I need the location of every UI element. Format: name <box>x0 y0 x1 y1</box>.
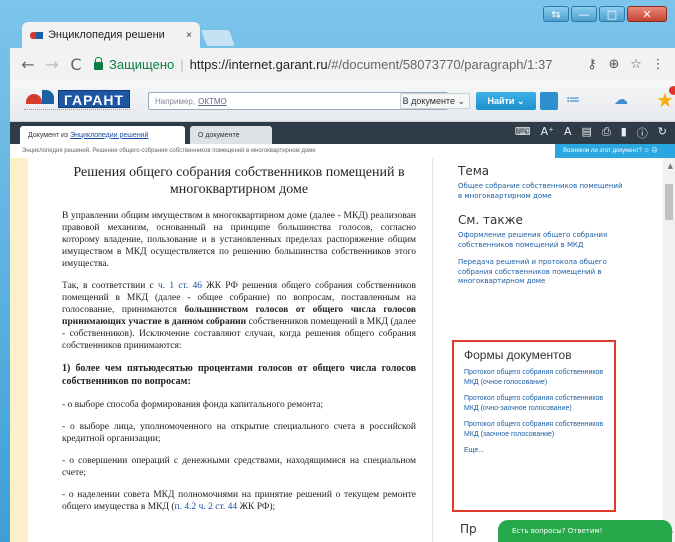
forms-more-link[interactable]: Еще... <box>464 446 604 456</box>
font-increase-icon[interactable]: A⁺ <box>541 125 554 141</box>
browser-toolbar: ← → C Защищено | https://internet.garant… <box>10 48 675 80</box>
logo-mark-blue <box>42 90 54 104</box>
tab-document-prefix: Документ из <box>28 131 69 139</box>
document-forms-section: Формы документов Протокол общего собрани… <box>452 340 616 512</box>
logo-mark-red <box>26 94 42 104</box>
document-body: Решения общего собрания собственников по… <box>62 164 416 523</box>
keyboard-icon[interactable]: ⌨ <box>515 125 531 141</box>
tab-document[interactable]: Документ из Энциклопедии решений <box>20 126 185 144</box>
filter-icon[interactable]: ≔ <box>566 92 580 108</box>
url-path: /#/document/58073770/paragraph/1:37 <box>327 56 553 72</box>
close-window-button[interactable]: ✕ <box>627 6 667 22</box>
paragraph-5: - о выборе лица, уполномоченного на откр… <box>62 422 416 444</box>
tab-document-link[interactable]: Энциклопедии решений <box>70 132 148 139</box>
sidebar-see-also-title: См. также <box>458 213 523 227</box>
form-link-1[interactable]: Протокол общего собрания собственников М… <box>464 368 604 387</box>
refresh-icon[interactable]: ↻ <box>658 125 667 141</box>
sidebar-see-also-link-1[interactable]: Оформление решения общего собрания собст… <box>458 231 628 250</box>
document-title: Решения общего собрания собственников по… <box>73 165 405 197</box>
sidebar-scrollbar[interactable]: ▲ ▼ <box>663 158 675 542</box>
breadcrumb: Энциклопедия решений. Решения общего соб… <box>10 144 675 158</box>
sidebar-see-also: См. также Оформление решения общего собр… <box>458 213 628 287</box>
browser-tab[interactable]: Энциклопедия решени × <box>22 22 200 48</box>
garant-logo[interactable]: ГАРАНТ <box>24 86 132 114</box>
secure-label: Защищено <box>109 56 175 72</box>
sidebar-topic-title: Тема <box>458 164 490 178</box>
sidebar: Тема Общее собрание собственников помеще… <box>458 164 628 299</box>
reload-icon[interactable]: C <box>64 55 88 74</box>
window-extra-button[interactable]: ⇆ <box>543 6 569 22</box>
scroll-up-icon[interactable]: ▲ <box>668 162 673 170</box>
search-placeholder-link[interactable]: ОКТМО <box>198 97 227 106</box>
zoom-icon[interactable]: ⊕ <box>603 57 625 72</box>
sidebar-topic: Тема Общее собрание собственников помеще… <box>458 164 628 201</box>
forward-arrow-icon[interactable]: → <box>40 55 64 74</box>
address-bar[interactable]: Защищено | https://internet.garant.ru /#… <box>94 52 581 76</box>
save-icon[interactable]: ▤ <box>582 125 592 141</box>
paragraph-2: Так, в соответствии с ч. 1 ст. 46 ЖК РФ … <box>62 280 416 352</box>
maximize-button[interactable]: □ <box>599 6 625 22</box>
browser-window: ⇆ — □ ✕ Энциклопедия решени × ← → C Защи… <box>0 0 675 542</box>
info-icon[interactable]: ⓘ <box>637 125 648 141</box>
address-separator: | <box>180 56 184 72</box>
document-forms-title: Формы документов <box>464 348 572 362</box>
logo-text: ГАРАНТ <box>58 90 130 108</box>
menu-icon[interactable]: ⋮ <box>647 57 669 72</box>
lock-icon <box>94 57 103 70</box>
minimize-button[interactable]: — <box>571 6 597 22</box>
chat-icon[interactable]: ☁ <box>614 92 628 108</box>
breadcrumb-text[interactable]: Энциклопедия решений. Решения общего соб… <box>22 148 316 154</box>
tab-title: Энциклопедия решени <box>48 29 165 41</box>
content-area: Решения общего собрания собственников по… <box>10 158 675 542</box>
find-button[interactable]: Найти ⌄ <box>476 92 536 110</box>
sidebar-next-heading: Пр <box>460 522 477 536</box>
back-arrow-icon[interactable]: ← <box>16 55 40 74</box>
form-link-2[interactable]: Протокол общего собрания собственников М… <box>464 394 604 413</box>
feedback-banner[interactable]: Возникли ли этот документ? ☺ ☹ <box>555 144 675 158</box>
tab-close-icon[interactable]: × <box>186 30 192 41</box>
paragraph-3: 1) более чем пятьюдесятью процентами гол… <box>62 363 416 387</box>
paragraph-1: В управлении общим имуществом в многоква… <box>62 211 416 269</box>
search-placeholder: Например, <box>155 96 196 106</box>
chat-widget-button[interactable]: Есть вопросы? Ответим! <box>498 520 672 542</box>
paragraph-7-end: ЖК РФ); <box>237 502 276 512</box>
column-divider <box>432 158 433 542</box>
sidebar-see-also-link-2[interactable]: Передача решений и протокола общего собр… <box>458 258 628 287</box>
paragraph-7: - о наделении совета МКД полномочиями на… <box>62 489 416 513</box>
garant-favicon-icon <box>30 30 43 41</box>
logo-tagline <box>24 109 130 113</box>
law-link-article-44[interactable]: п. 4.2 ч. 2 ст. 44 <box>175 502 238 512</box>
law-link-article-46[interactable]: ч. 1 ст. 46 <box>158 281 202 291</box>
bookmark-star-icon[interactable]: ☆ <box>625 57 647 72</box>
left-margin-strip <box>10 158 28 542</box>
new-tab-button[interactable] <box>201 30 235 46</box>
bookmark-icon[interactable]: ▮ <box>621 125 627 141</box>
paragraph-2-start: Так, в соответствии с <box>62 281 154 291</box>
url-host: https://internet.garant.ru <box>189 56 328 72</box>
key-icon[interactable]: ⚷ <box>581 57 603 72</box>
notification-badge <box>669 86 675 95</box>
paragraph-6: - о совершении операций с денежными сред… <box>62 456 416 478</box>
document-tools: ⌨ A⁺ A ▤ ⎙ ▮ ⓘ ↻ <box>515 125 667 141</box>
font-decrease-icon[interactable]: A <box>564 125 572 141</box>
search-scope-dropdown[interactable]: В документе ⌄ <box>400 93 470 109</box>
scroll-thumb[interactable] <box>665 184 673 220</box>
window-controls: ⇆ — □ ✕ <box>543 6 667 22</box>
paragraph-4: - о выборе способа формирования фонда ка… <box>62 400 324 410</box>
sidebar-topic-link[interactable]: Общее собрание собственников помещений в… <box>458 182 628 201</box>
print-icon[interactable]: ⎙ <box>602 125 611 141</box>
garant-header: ГАРАНТ Например, ОКТМО В документе ⌄ Най… <box>10 80 675 122</box>
form-link-3[interactable]: Протокол общего собрания собственников М… <box>464 420 604 439</box>
find-options-button[interactable] <box>540 92 558 110</box>
document-tabs: Документ из Энциклопедии решений О докум… <box>10 122 675 144</box>
tab-about-document[interactable]: О документе <box>190 126 272 144</box>
